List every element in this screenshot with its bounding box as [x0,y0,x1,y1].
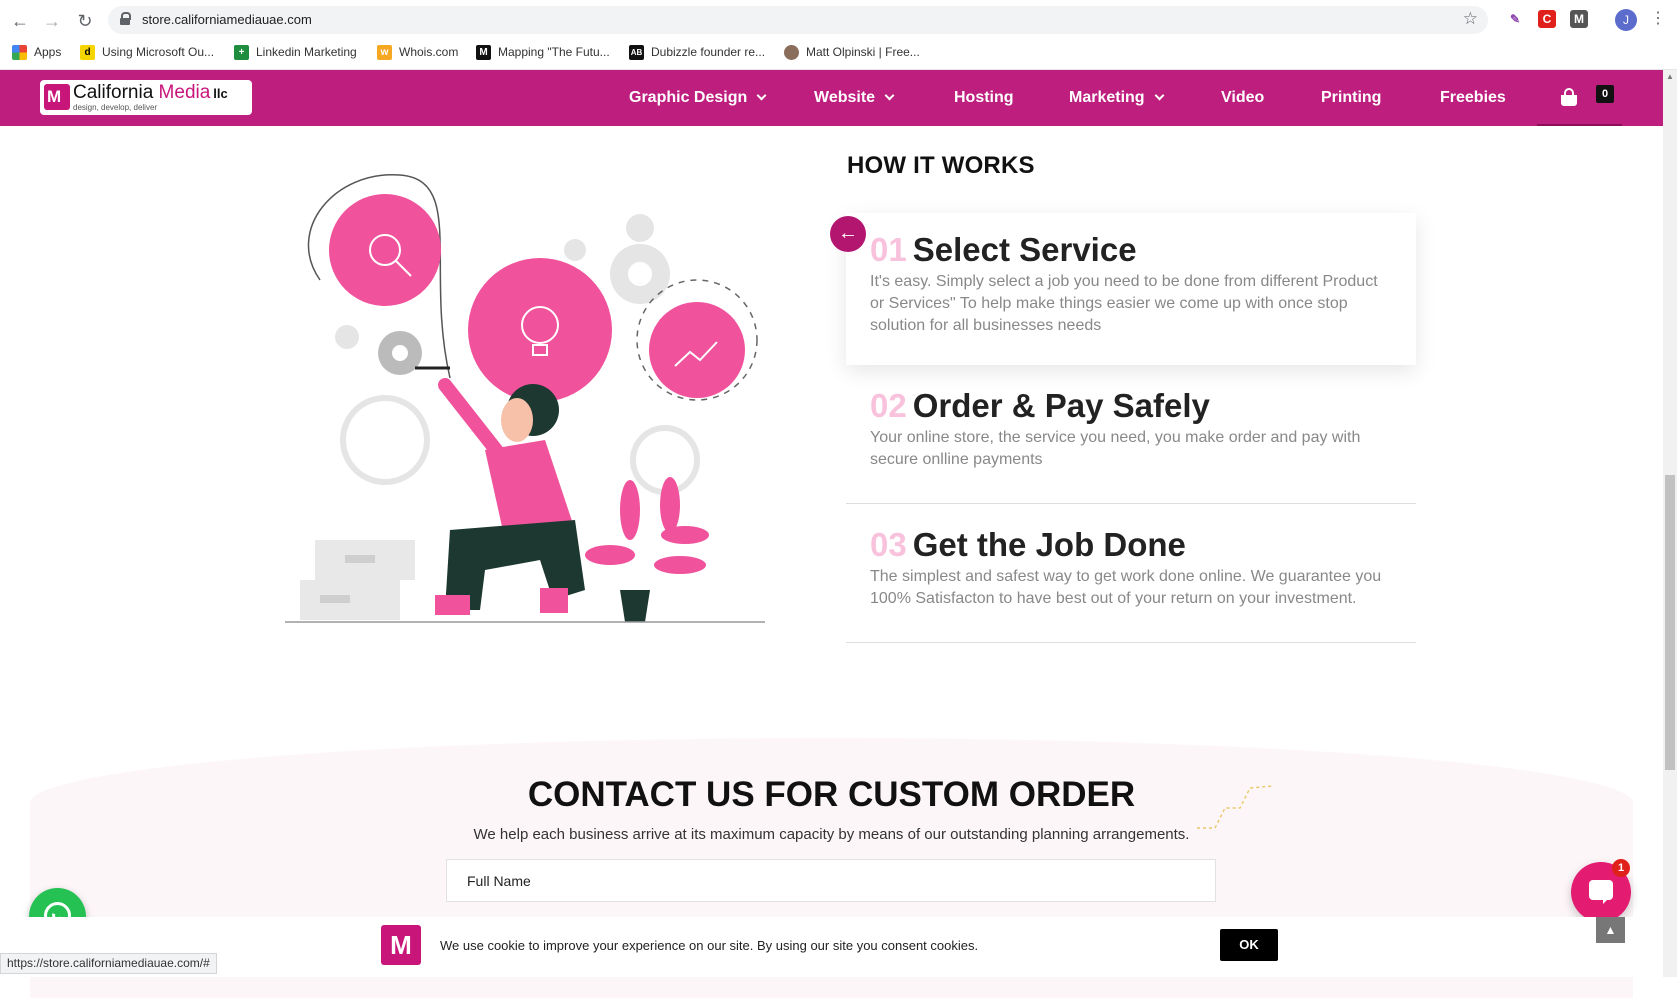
nav-website[interactable]: Website [814,89,895,107]
back-to-top-button[interactable]: ▲ [1596,917,1625,943]
chat-notification-badge: 1 [1612,859,1630,877]
bookmark-label: Apps [34,45,62,59]
step-title: Order & Pay Safely [912,387,1210,424]
contact-subtitle: We help each business arrive at its maxi… [473,826,1190,843]
site-header: California Mediallc design, develop, del… [0,70,1663,126]
whois-favicon-icon: w [377,44,392,60]
sheets-favicon-icon: + [234,44,249,60]
avatar-favicon-icon [784,44,799,60]
full-name-input[interactable] [446,859,1216,902]
nav-label: Video [1221,89,1265,106]
cookie-ok-button[interactable]: OK [1220,929,1278,961]
browser-menu-icon[interactable]: ⋮ [1650,8,1666,28]
bookmark-apps[interactable]: Apps [12,43,61,61]
boxes [300,540,415,620]
logo-text: California Media llc [73,82,228,104]
nav-label: Graphic Design [629,89,748,106]
step-title: Select Service [912,231,1137,268]
bookmark-linkedin-marketing[interactable]: + Linkedin Marketing [234,43,357,61]
pink-gear-search [329,194,441,306]
cart-button[interactable]: 0 [1537,70,1622,126]
step-card-select-service: 01 Select Service It's easy. Simply selec… [846,213,1416,365]
extension-pen-icon[interactable]: ✎ [1506,10,1524,28]
address-bar[interactable]: store.californiamediauae.com ☆ [108,6,1488,34]
bookmark-matt-olpinski[interactable]: Matt Olpinski | Free... [784,43,920,61]
logo-brand-b: Media [158,82,211,103]
plant [585,477,709,622]
bookmark-label: Using Microsoft Ou... [102,45,215,59]
apps-grid-icon [12,44,27,60]
nav-graphic-design[interactable]: Graphic Design [629,89,767,107]
step-number: 02 [870,387,907,424]
browser-chrome: ← → ↻ store.californiamediauae.com ☆ ✎ C… [0,0,1677,70]
nav-label: Hosting [954,89,1014,106]
bookmark-dubizzle[interactable]: AB Dubizzle founder re... [629,43,765,61]
d-favicon-icon: d [80,44,95,60]
bookmark-label: Dubizzle founder re... [651,45,766,59]
pink-gear-chart [649,302,745,398]
status-bar-url: https://store.californiamediauae.com/# [0,953,217,974]
bookmark-label: Whois.com [399,45,459,59]
nav-label: Printing [1321,89,1382,106]
cookie-message: We use cookie to improve your experience… [440,938,979,953]
step-number: 03 [870,526,907,563]
lock-icon [120,12,131,25]
forward-icon[interactable]: → [40,9,64,33]
extension-c-icon[interactable]: C [1538,10,1556,28]
page-scrollbar[interactable]: ▲ [1663,70,1677,977]
step-card-job-done: 03 Get the Job Done The simplest and safe… [846,511,1416,643]
step-title: Get the Job Done [912,526,1186,563]
nav-label: Website [814,89,876,106]
address-url: store.californiamediauae.com [142,12,312,27]
cookie-logo-icon: M [381,925,421,965]
scroll-up-arrow-icon[interactable]: ▲ [1666,72,1674,81]
nav-freebies[interactable]: Freebies [1440,89,1506,107]
bookmark-whois[interactable]: w Whois.com [377,43,458,61]
how-it-works-title: HOW IT WORKS [847,152,1035,179]
step-description: Your online store, the service you need,… [870,429,1361,468]
nav-hosting[interactable]: Hosting [954,89,1014,107]
nav-label: Marketing [1069,89,1145,106]
chevron-down-icon [756,90,767,101]
bookmark-mapping[interactable]: M Mapping "The Futu... [476,43,610,61]
logo-brand-a: California [73,82,154,103]
back-icon[interactable]: ← [8,9,32,33]
scrollbar-thumb[interactable] [1665,475,1675,770]
bookmark-label: Mapping "The Futu... [498,45,610,59]
nav-video[interactable]: Video [1221,89,1264,107]
nav-marketing[interactable]: Marketing [1069,89,1165,107]
step-card-order-pay: 02 Order & Pay Safely Your online store, … [846,372,1416,504]
logo-mark-icon [44,84,70,110]
cookie-consent-bar: M We use cookie to improve your experien… [0,917,1663,977]
nav-label: Freebies [1440,89,1506,106]
how-it-works-illustration [285,174,765,623]
bookmark-microsoft[interactable]: d Using Microsoft Ou... [80,43,214,61]
bookmarks-bar: Apps d Using Microsoft Ou... + Linkedin … [0,40,1677,64]
basket-icon [1561,95,1577,106]
step-number: 01 [870,231,907,268]
bookmark-label: Linkedin Marketing [256,45,357,59]
chat-bubble-icon [1589,880,1613,904]
bookmark-star-icon[interactable]: ☆ [1463,9,1478,29]
step-description: The simplest and safest way to get work … [870,568,1382,607]
nav-printing[interactable]: Printing [1321,89,1381,107]
ab-favicon-icon: AB [629,44,644,60]
contact-title: CONTACT US FOR CUSTOM ORDER [527,775,1136,814]
reload-icon[interactable]: ↻ [73,9,97,33]
site-logo[interactable]: California Mediallc design, develop, del… [40,80,252,115]
cart-count-badge: 0 [1596,85,1614,103]
logo-tagline: design, develop, deliver [73,103,158,112]
step-description: It's easy. Simply select a job you need … [870,273,1378,334]
bookmark-label: Matt Olpinski | Free... [806,45,920,59]
chevron-down-icon [1154,90,1165,101]
pink-gear-idea [468,258,612,402]
logo-suffix: llc [213,86,228,101]
medium-favicon-icon: M [476,44,491,60]
chevron-down-icon [884,90,895,101]
arrow-left-icon[interactable]: ← [830,216,866,252]
character [415,366,585,615]
extension-m-icon[interactable]: M [1570,10,1588,28]
profile-avatar[interactable]: J [1615,9,1637,31]
